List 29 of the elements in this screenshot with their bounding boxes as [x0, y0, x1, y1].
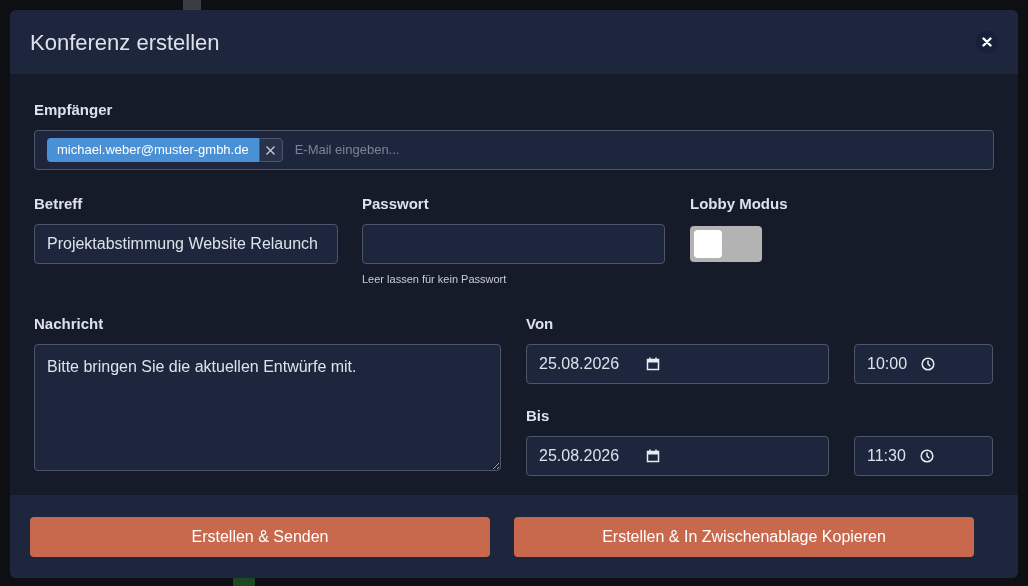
time-field[interactable]: 11:30 [854, 435, 993, 476]
clock-icon [919, 448, 934, 463]
time-field[interactable]: 10:00 [854, 343, 993, 384]
field-label: Bis [526, 405, 551, 426]
dialog-title: Konferenz erstellen [30, 28, 220, 57]
clock-icon [921, 356, 936, 371]
close-icon [266, 145, 276, 155]
create-send-button[interactable]: Erstellen & Senden [30, 516, 490, 557]
close-button[interactable] [976, 31, 998, 53]
lobby-toggle[interactable] [690, 226, 762, 262]
recipient-chip: michael.weber@muster-gmbh.de [47, 138, 259, 162]
remove-chip-button[interactable] [258, 138, 283, 162]
field-label: Passwort [362, 194, 430, 214]
message-field[interactable]: Bitte bringen Sie die aktuellen Entwürfe mit. [34, 343, 501, 471]
field-label: Lobby Modus [690, 194, 788, 214]
field-label: Von [526, 313, 555, 334]
close-icon [982, 37, 992, 47]
date-field[interactable]: 25.08.2026 [526, 343, 829, 384]
create-copy-button[interactable]: Erstellen & In Zwischenablage Kopieren [514, 516, 974, 557]
field-label: Empfänger [34, 100, 114, 120]
date-field[interactable]: 25.08.2026 [526, 435, 829, 476]
calendar-icon [646, 356, 661, 371]
field-label: Nachricht [34, 313, 105, 334]
subject-field[interactable]: Projektabstimmung Website Relaunch [34, 224, 338, 264]
email-field[interactable]: E-Mail eingeben... [294, 140, 981, 160]
password-hint: Leer lassen für kein Passwort [362, 272, 508, 287]
calendar-icon [646, 448, 661, 463]
field-label: Betreff [34, 194, 84, 214]
password-field[interactable] [362, 224, 665, 264]
